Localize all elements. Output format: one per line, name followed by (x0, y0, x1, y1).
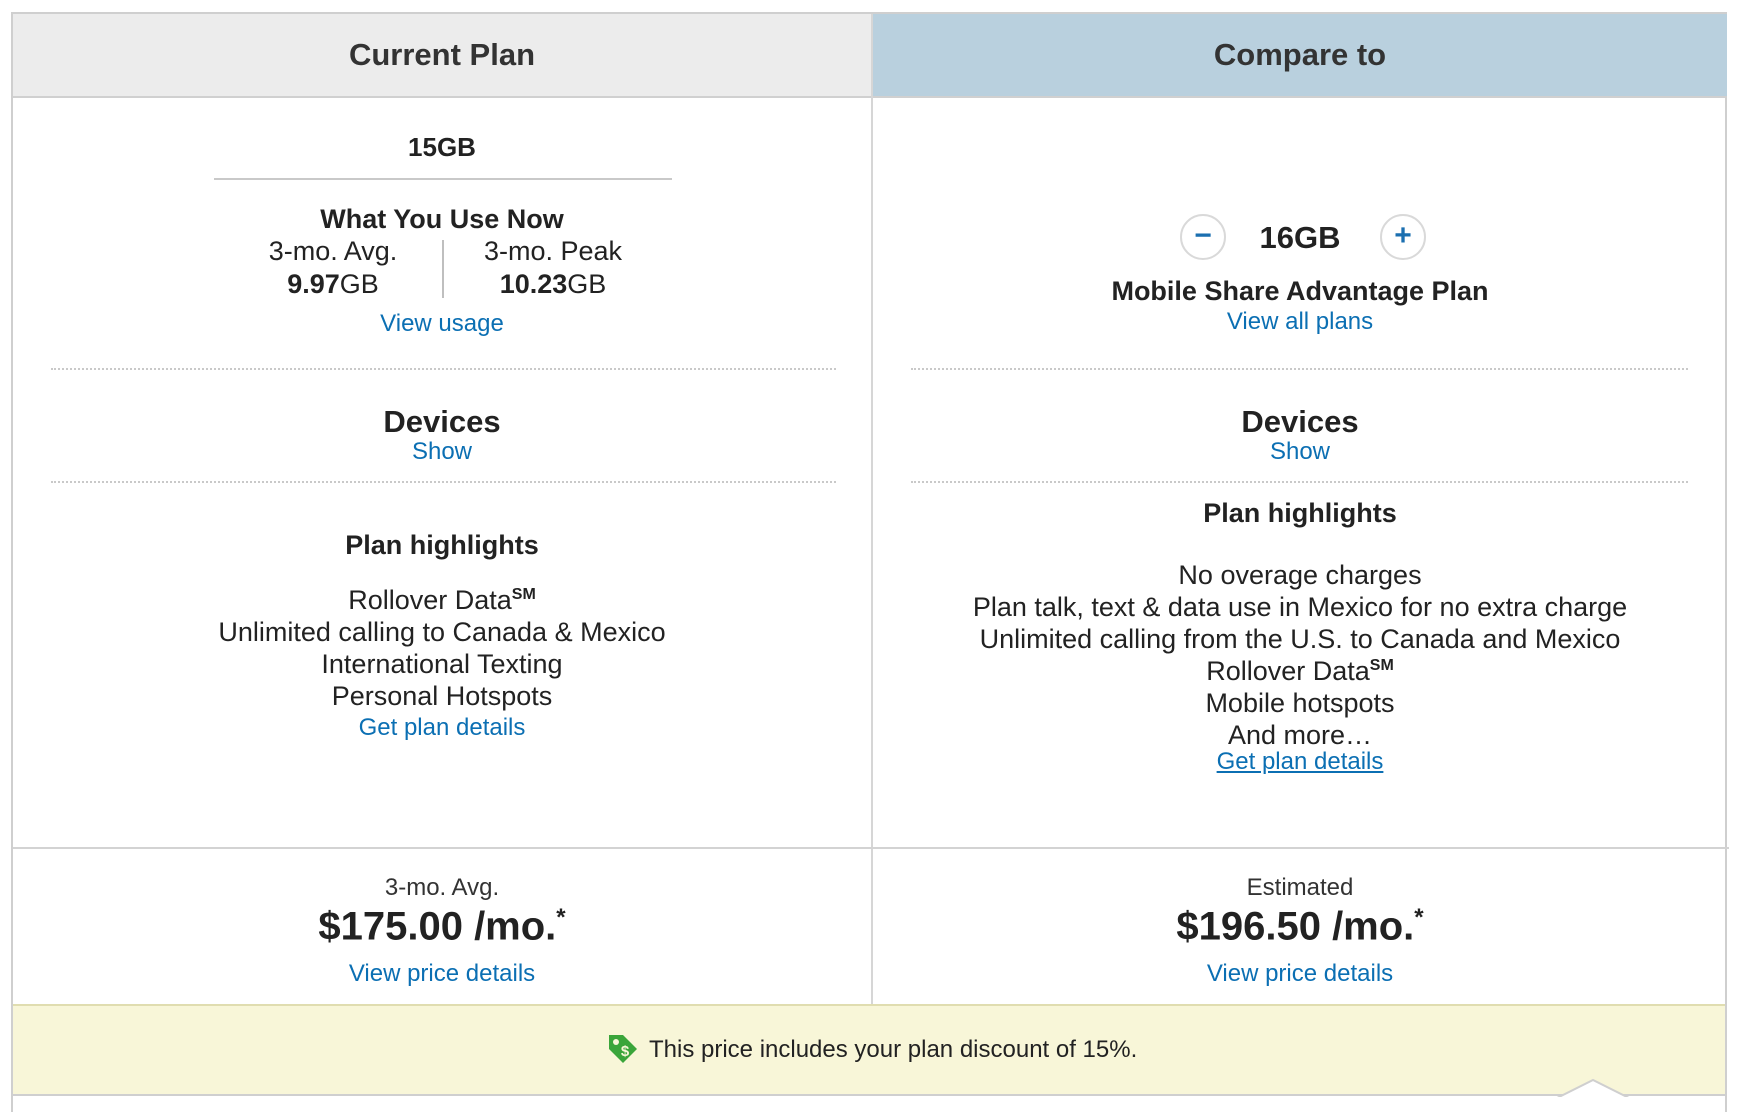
current-price-label: 3-mo. Avg. (384, 874, 500, 901)
compare-plan-name: Mobile Share Advantage Plan (1111, 276, 1489, 306)
section-divider (51, 481, 836, 483)
price-asterisk: * (556, 904, 566, 931)
current-price: $175.00 /mo.* (318, 904, 566, 949)
current-plan-column: Current Plan 15GB What You Use Now 3-mo.… (13, 14, 871, 987)
increase-data-button[interactable]: + (1380, 214, 1426, 260)
plus-icon: + (1394, 219, 1412, 252)
compare-price-label: Estimated (1246, 874, 1354, 901)
highlight-item: Unlimited calling from the U.S. to Canad… (979, 624, 1621, 654)
highlight-item: Personal Hotspots (331, 681, 553, 711)
compare-highlights-title: Plan highlights (1203, 498, 1397, 528)
plan-comparison-table: Current Plan 15GB What You Use Now 3-mo.… (11, 12, 1729, 1112)
highlight-item: International Texting (321, 649, 563, 679)
plan-size-divider (214, 178, 672, 180)
current-plan-size: 15GB (408, 132, 476, 162)
current-devices-show-link[interactable]: Show (412, 438, 472, 465)
pointer-notch (1553, 1078, 1633, 1100)
compare-devices-show-link[interactable]: Show (1270, 438, 1330, 465)
service-mark: SM (511, 586, 536, 603)
current-highlights-list: Rollover DataSM Unlimited calling to Can… (13, 584, 871, 712)
highlight-item: And more… (1227, 720, 1373, 750)
compare-plan-details-link[interactable]: Get plan details (1217, 748, 1384, 775)
highlight-item: Mobile hotspots (1205, 688, 1395, 718)
avg-usage-unit: GB (339, 269, 379, 299)
discount-tag-icon: $ (606, 1032, 640, 1071)
compare-price-details-link[interactable]: View price details (1207, 960, 1393, 987)
section-divider (51, 368, 836, 370)
peak-usage-label: 3-mo. Peak (483, 236, 623, 266)
compare-plan-column: Compare to − 16GB + Mobile Share Advanta… (871, 14, 1727, 1004)
current-plan-details-link[interactable]: Get plan details (359, 714, 526, 741)
price-row-divider (13, 847, 1729, 849)
highlight-item: No overage charges (1178, 560, 1422, 590)
highlight-item: Rollover DataSM (348, 585, 536, 615)
view-usage-link[interactable]: View usage (380, 310, 504, 337)
compare-plan-size: 16GB (1259, 220, 1341, 255)
price-asterisk: * (1414, 904, 1424, 931)
section-divider (911, 481, 1688, 483)
view-all-plans-link[interactable]: View all plans (1227, 308, 1373, 335)
avg-usage-label: 3-mo. Avg. (268, 236, 398, 266)
discount-message: This price includes your plan discount o… (649, 1036, 1138, 1063)
compare-highlights-list: No overage charges Plan talk, text & dat… (873, 559, 1727, 751)
highlight-item: Rollover DataSM (1206, 656, 1394, 686)
compare-header: Compare to (873, 14, 1727, 98)
section-divider (911, 368, 1688, 370)
peak-usage-unit: GB (567, 269, 607, 299)
current-plan-header: Current Plan (13, 14, 871, 98)
svg-text:$: $ (621, 1043, 630, 1060)
peak-usage: 3-mo. Peak 10.23GB (443, 236, 663, 300)
service-mark: SM (1369, 657, 1394, 674)
compare-price: $196.50 /mo.* (1176, 904, 1424, 949)
current-price-details-link[interactable]: View price details (349, 960, 535, 987)
current-devices-title: Devices (383, 404, 501, 439)
peak-usage-value: 10.23 (499, 269, 568, 299)
usage-title: What You Use Now (320, 204, 564, 234)
avg-usage: 3-mo. Avg. 9.97GB (223, 236, 443, 300)
current-highlights-title: Plan highlights (345, 530, 539, 560)
avg-usage-value: 9.97 (287, 269, 340, 299)
highlight-item: Unlimited calling to Canada & Mexico (218, 617, 666, 647)
highlight-item: Plan talk, text & data use in Mexico for… (972, 592, 1628, 622)
discount-banner: $ This price includes your plan discount… (13, 1004, 1725, 1096)
compare-devices-title: Devices (1241, 404, 1359, 439)
